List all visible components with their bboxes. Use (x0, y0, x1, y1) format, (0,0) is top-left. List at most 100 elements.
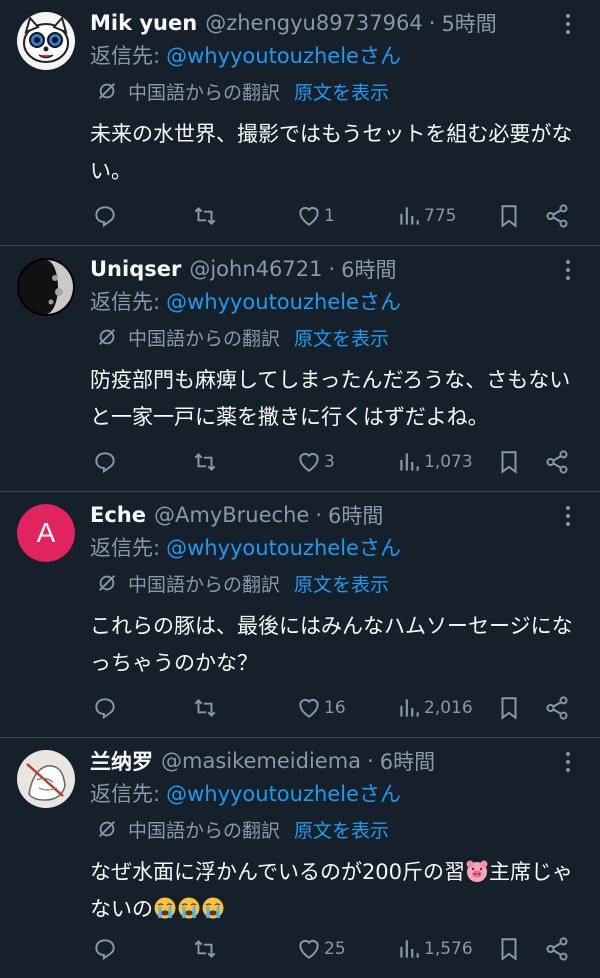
separator-dot: · (328, 257, 336, 281)
user-handle[interactable]: @john46721 (189, 257, 322, 281)
translation-bar: 中国語からの翻訳 原文を表示 (90, 564, 584, 602)
bookmark-button[interactable] (496, 936, 522, 962)
bookmark-button[interactable] (496, 449, 522, 475)
display-name[interactable]: Mik yuen (90, 11, 197, 35)
views-icon (400, 699, 419, 717)
share-icon (546, 204, 568, 228)
reply-button[interactable] (92, 936, 118, 962)
timestamp[interactable]: 6時間 (341, 254, 396, 284)
translation-bar: 中国語からの翻訳 原文を表示 (90, 810, 584, 848)
avatar[interactable]: A (17, 504, 75, 562)
like-button[interactable]: 25 (296, 936, 346, 962)
tweet-header: Eche @AmyBrueche · 6時間 (90, 500, 584, 530)
timestamp[interactable]: 5時間 (441, 8, 496, 38)
crying-face-emoji (178, 897, 200, 919)
reply-mention-link[interactable]: @whyyoutouzheleさん (166, 778, 401, 808)
tweet[interactable]: A Eche @AmyBrueche · 6時間 返信先: @whyyoutou… (0, 492, 600, 738)
cat-avatar-icon (17, 12, 75, 70)
reply-icon (95, 939, 115, 961)
views-button[interactable]: 775 (396, 203, 456, 229)
translation-label: 中国語からの翻訳 (128, 573, 281, 596)
like-count: 25 (324, 939, 346, 959)
reply-mention-link[interactable]: @whyyoutouzheleさん (166, 532, 401, 562)
timestamp[interactable]: 6時間 (328, 500, 383, 530)
views-button[interactable]: 1,576 (396, 936, 473, 962)
bookmark-button[interactable] (496, 695, 522, 721)
views-count: 775 (424, 206, 457, 226)
reply-label: 返信先: (90, 782, 161, 806)
like-button[interactable]: 16 (296, 695, 346, 721)
tweet[interactable]: 兰纳罗 @masikemeidiema · 6時間 返信先: @whyyouto… (0, 738, 600, 978)
retweet-icon (194, 940, 216, 958)
translate-icon (99, 83, 115, 99)
separator-dot: · (428, 11, 436, 35)
retweet-button[interactable] (192, 695, 218, 721)
share-button[interactable] (544, 449, 570, 475)
more-icon[interactable] (558, 12, 578, 36)
reply-label: 返信先: (90, 290, 161, 314)
translation-bar: 中国語からの翻訳 原文を表示 (90, 318, 584, 356)
retweet-button[interactable] (192, 936, 218, 962)
avatar[interactable] (17, 258, 75, 316)
translation-label: 中国語からの翻訳 (128, 327, 281, 350)
reply-context: 返信先: @whyyoutouzheleさん (90, 284, 584, 318)
share-button[interactable] (544, 203, 570, 229)
tweet[interactable]: Uniqser @john46721 · 6時間 返信先: @whyyoutou… (0, 246, 600, 492)
like-icon (299, 939, 319, 959)
reply-button[interactable] (92, 449, 118, 475)
share-button[interactable] (544, 936, 570, 962)
views-button[interactable]: 1,073 (396, 449, 473, 475)
avatar[interactable] (17, 12, 75, 70)
more-icon[interactable] (558, 504, 578, 528)
like-count: 3 (324, 452, 335, 472)
like-icon (299, 206, 319, 226)
views-button[interactable]: 2,016 (396, 695, 473, 721)
display-name[interactable]: Eche (90, 503, 146, 527)
retweet-icon (194, 453, 216, 471)
reply-mention-link[interactable]: @whyyoutouzheleさん (166, 286, 401, 316)
views-icon (400, 453, 419, 471)
reply-mention-link[interactable]: @whyyoutouzheleさん (166, 40, 401, 70)
reply-context: 返信先: @whyyoutouzheleさん (90, 38, 584, 72)
separator-dot: · (367, 749, 374, 773)
moon-avatar-icon (17, 258, 75, 316)
views-count: 2,016 (424, 698, 473, 718)
more-icon[interactable] (558, 750, 578, 774)
retweet-icon (194, 207, 216, 225)
share-button[interactable] (544, 695, 570, 721)
show-original-link[interactable]: 原文を表示 (294, 78, 389, 105)
show-original-link[interactable]: 原文を表示 (294, 570, 389, 597)
show-original-link[interactable]: 原文を表示 (294, 324, 389, 351)
pig-face-emoji (466, 860, 488, 882)
retweet-button[interactable] (192, 203, 218, 229)
crying-face-emoji (154, 897, 176, 919)
views-icon (400, 207, 419, 225)
show-original-link[interactable]: 原文を表示 (294, 816, 389, 843)
bookmark-icon (501, 697, 517, 720)
user-handle[interactable]: @zhengyu89737964 (205, 11, 423, 35)
reply-button[interactable] (92, 203, 118, 229)
display-name[interactable]: Uniqser (90, 257, 181, 281)
reply-icon (95, 698, 115, 720)
action-bar: 3 1,073 (90, 447, 576, 477)
like-button[interactable]: 3 (296, 449, 335, 475)
views-icon (400, 940, 419, 958)
reply-button[interactable] (92, 695, 118, 721)
retweet-button[interactable] (192, 449, 218, 475)
user-handle[interactable]: @masikemeidiema (161, 749, 361, 773)
bookmark-icon (501, 451, 517, 474)
tweet[interactable]: Mik yuen @zhengyu89737964 · 5時間 返信先: @wh… (0, 0, 600, 246)
user-handle[interactable]: @AmyBrueche (154, 503, 309, 527)
reply-context: 返信先: @whyyoutouzheleさん (90, 530, 584, 564)
timestamp[interactable]: 6時間 (380, 746, 435, 776)
reply-label: 返信先: (90, 44, 161, 68)
like-button[interactable]: 1 (296, 203, 335, 229)
avatar[interactable] (17, 750, 75, 808)
bookmark-button[interactable] (496, 203, 522, 229)
tweet-header: Mik yuen @zhengyu89737964 · 5時間 (90, 8, 584, 38)
display-name[interactable]: 兰纳罗 (90, 746, 153, 776)
translate-icon (99, 821, 115, 837)
tweet-text-part: なぜ水面に浮かんでいるのが200斤の習 (90, 860, 466, 884)
bookmark-icon (501, 938, 517, 961)
more-icon[interactable] (558, 258, 578, 282)
